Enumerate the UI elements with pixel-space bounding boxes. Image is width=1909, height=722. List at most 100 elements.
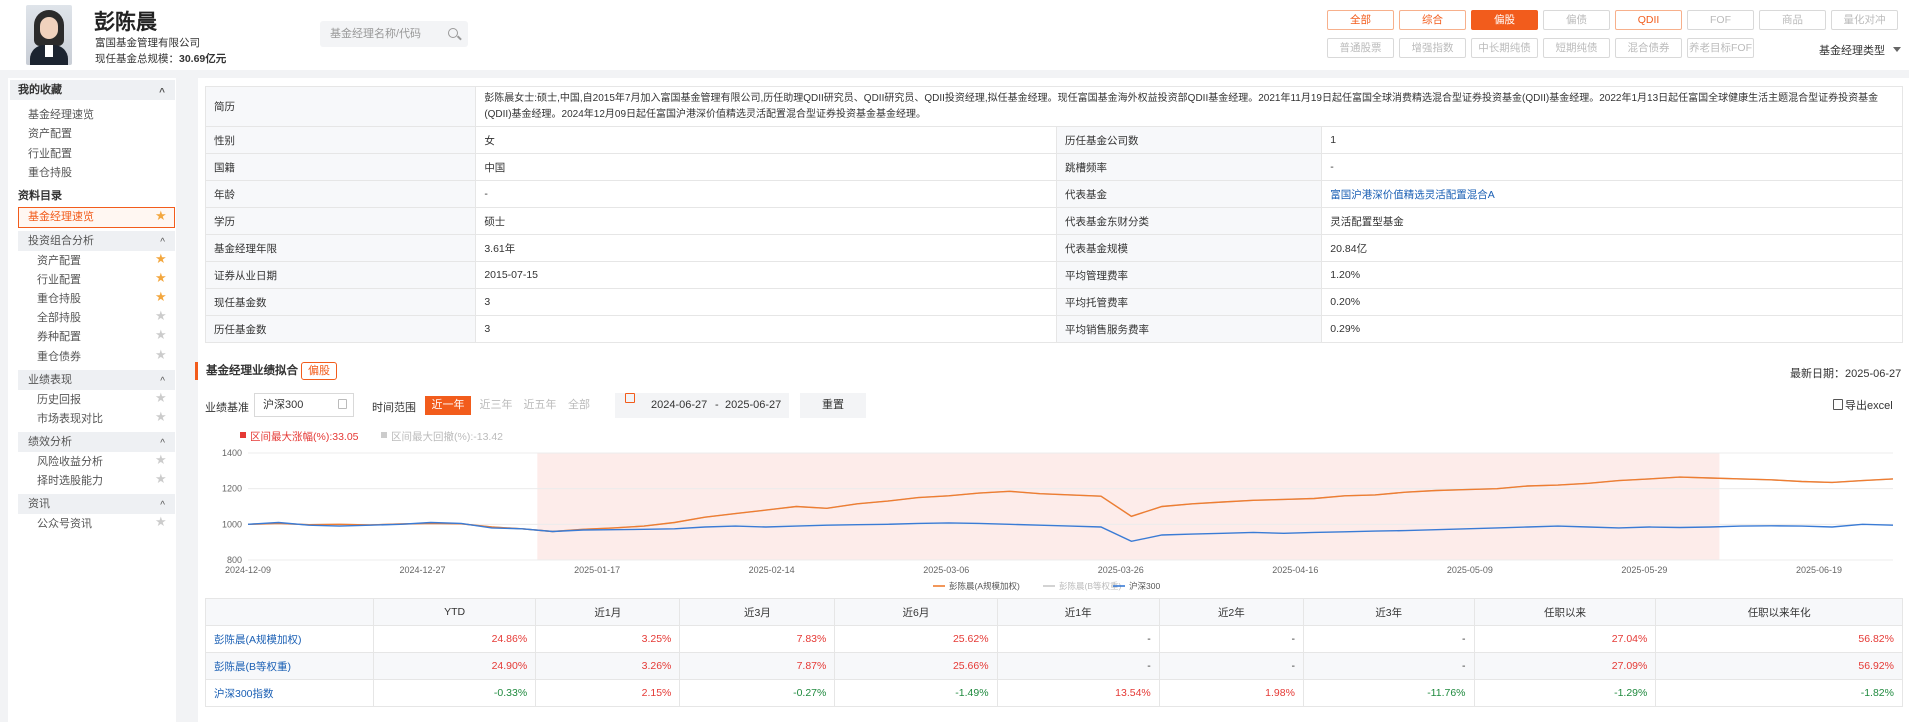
- star-icon[interactable]: ★: [155, 270, 167, 286]
- filter-button[interactable]: 量化对冲: [1831, 10, 1898, 30]
- return-cell: -: [1158, 625, 1304, 653]
- info-value: 富国沪港深价值精选灵活配置混合A: [1321, 180, 1903, 208]
- search-icon[interactable]: [448, 28, 458, 38]
- date-start[interactable]: 2024-06-27: [651, 393, 707, 418]
- info-value: 1.20%: [1321, 261, 1903, 289]
- star-icon[interactable]: ★: [155, 347, 167, 363]
- row-name[interactable]: 彭陈晨(A规模加权): [205, 625, 374, 653]
- sidebar-item[interactable]: 风险收益分析: [37, 453, 103, 469]
- section-title: 基金经理业绩拟合: [195, 362, 298, 380]
- row-name[interactable]: 彭陈晨(B等权重): [205, 652, 374, 680]
- info-row: 年龄 - 代表基金 富国沪港深价值精选灵活配置混合A: [204, 180, 1903, 208]
- column-header: YTD: [372, 598, 537, 626]
- legend-label: 彭陈晨(A规模加权): [949, 581, 1020, 591]
- filter-button[interactable]: QDII: [1615, 10, 1682, 30]
- column-header: 近6月: [834, 598, 998, 626]
- sidebar-item[interactable]: 历史回报: [37, 391, 81, 407]
- chevron-up-icon[interactable]: ^: [160, 372, 165, 392]
- y-tick-label: 800: [227, 555, 242, 565]
- sidebar-item[interactable]: 重仓持股: [37, 290, 81, 306]
- manager-type-dropdown[interactable]: 基金经理类型: [1819, 42, 1885, 58]
- chevron-up-icon[interactable]: ^: [160, 233, 165, 253]
- info-value: 硕士: [475, 207, 1057, 235]
- range-all-button[interactable]: 全部: [563, 396, 595, 415]
- filter-button[interactable]: 混合债券: [1615, 38, 1682, 58]
- filter-button[interactable]: 增强指数: [1399, 38, 1466, 58]
- filter-button[interactable]: 养老目标FOF: [1687, 38, 1754, 58]
- calendar-icon[interactable]: [625, 393, 635, 403]
- sidebar-item[interactable]: 市场表现对比: [37, 410, 103, 426]
- filter-button[interactable]: 全部: [1327, 10, 1394, 30]
- chevron-up-icon[interactable]: ^: [160, 496, 165, 516]
- filter-button[interactable]: 商品: [1759, 10, 1826, 30]
- reset-button[interactable]: 重置: [800, 393, 866, 418]
- info-label: 历任基金数: [204, 315, 477, 343]
- range-1y-button[interactable]: 近一年: [425, 396, 471, 415]
- export-excel-button[interactable]: 导出excel: [1831, 397, 1893, 413]
- chevron-up-icon[interactable]: ^: [160, 434, 165, 454]
- favorite-item[interactable]: 重仓持股: [28, 164, 72, 180]
- sidebar-item[interactable]: 全部持股: [37, 309, 81, 325]
- star-icon[interactable]: ★: [155, 308, 167, 324]
- search-box[interactable]: [320, 21, 468, 47]
- filter-button[interactable]: 偏股: [1471, 10, 1538, 30]
- table-row: 彭陈晨(A规模加权) 24.86% 3.25% 7.83% 25.62% - - -27.04…: [205, 625, 1903, 653]
- star-icon[interactable]: ★: [155, 471, 167, 487]
- sidebar-group-news[interactable]: 资讯 ^: [18, 494, 175, 514]
- star-icon[interactable]: ★: [155, 409, 167, 425]
- range-3y-button[interactable]: 近三年: [476, 396, 516, 415]
- filter-button[interactable]: 中长期纯债: [1471, 38, 1538, 58]
- row-name[interactable]: 沪深300指数: [205, 679, 374, 707]
- return-cell: 25.66%: [834, 652, 998, 680]
- date-range-picker[interactable]: 2024-06-27 - 2025-06-27: [615, 393, 789, 418]
- manager-bio: 彭陈晨女士:硕士,中国,自2015年7月加入富国基金管理有限公司,历任助理QDI…: [475, 86, 1903, 127]
- star-icon[interactable]: ★: [155, 251, 167, 267]
- sidebar-item[interactable]: 资产配置: [37, 252, 81, 268]
- info-value: 3.61年: [475, 234, 1057, 262]
- filter-button[interactable]: 综合: [1399, 10, 1466, 30]
- filter-button[interactable]: FOF: [1687, 10, 1754, 30]
- sidebar-item[interactable]: 券种配置: [37, 328, 81, 344]
- sidebar-item-overview[interactable]: 基金经理速览: [18, 207, 175, 228]
- star-icon[interactable]: ★: [155, 289, 167, 305]
- return-cell: 3.25%: [535, 625, 681, 653]
- info-label: 平均管理费率: [1055, 261, 1323, 289]
- favorite-item[interactable]: 资产配置: [28, 125, 72, 141]
- return-cell: -0.27%: [679, 679, 836, 707]
- filter-button[interactable]: 普通股票: [1327, 38, 1394, 58]
- sidebar-group-efficiency[interactable]: 绩效分析 ^: [18, 432, 175, 452]
- star-icon[interactable]: ★: [155, 208, 167, 224]
- fund-link[interactable]: 富国沪港深价值精选灵活配置混合A: [1330, 189, 1495, 201]
- table-row: 沪深300指数 -0.33% 2.15% -0.27% -1.49% 13.54% 1.98…: [205, 679, 1903, 707]
- star-icon[interactable]: ★: [155, 452, 167, 468]
- star-icon[interactable]: ★: [155, 327, 167, 343]
- filter-button[interactable]: 短期纯债: [1543, 38, 1610, 58]
- star-icon[interactable]: ★: [155, 390, 167, 406]
- sidebar-item[interactable]: 行业配置: [37, 271, 81, 287]
- legend-label: 彭陈晨(B等权重): [1059, 581, 1122, 591]
- search-input[interactable]: [320, 21, 440, 47]
- edit-icon[interactable]: [338, 399, 347, 409]
- chevron-up-icon[interactable]: ^: [159, 83, 165, 103]
- info-row: 性别女历任基金公司数 1: [204, 126, 1903, 154]
- star-icon[interactable]: ★: [155, 514, 167, 530]
- sidebar-group-portfolio[interactable]: 投资组合分析 ^: [18, 231, 175, 251]
- sidebar-item[interactable]: 择时选股能力: [37, 472, 103, 488]
- favorite-item[interactable]: 行业配置: [28, 145, 72, 161]
- sidebar-section-favorites[interactable]: 我的收藏 ^: [10, 80, 175, 100]
- column-header: 近2年: [1158, 598, 1304, 626]
- info-label: 现任基金数: [204, 288, 477, 316]
- favorite-item[interactable]: 基金经理速览: [28, 106, 94, 122]
- x-tick-label: 2025-02-14: [749, 565, 795, 575]
- chevron-down-icon[interactable]: [1893, 47, 1901, 52]
- filter-button[interactable]: 偏债: [1543, 10, 1610, 30]
- update-date: 最新日期：2025-06-27: [1790, 368, 1902, 380]
- sidebar-group-performance[interactable]: 业绩表现 ^: [18, 370, 175, 390]
- info-label: 平均销售服务费率: [1055, 315, 1323, 343]
- range-5y-button[interactable]: 近五年: [520, 396, 560, 415]
- returns-table: YTD 近1月 近3月 近6月 近1年 近2年 近3年 任职以来 任职以来年化 彭陈晨(A规模加…: [205, 598, 1903, 707]
- y-tick-label: 1400: [222, 448, 242, 458]
- sidebar-item[interactable]: 重仓债券: [37, 348, 81, 364]
- date-end[interactable]: 2025-06-27: [725, 393, 781, 418]
- sidebar-item[interactable]: 公众号资讯: [37, 515, 92, 531]
